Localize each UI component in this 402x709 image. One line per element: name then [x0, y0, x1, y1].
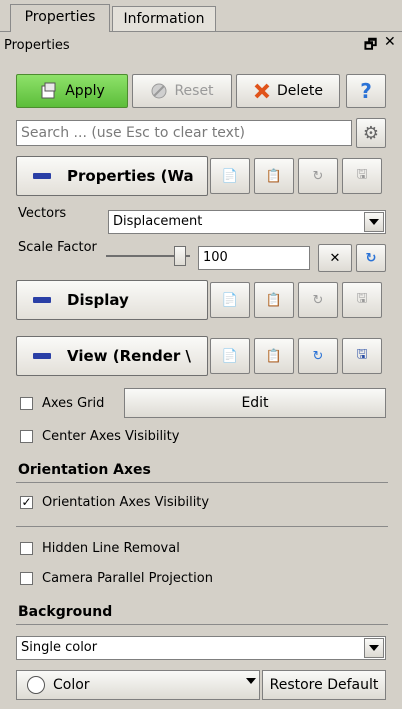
center-axes-checkbox[interactable] [20, 430, 33, 443]
display-section-toggle[interactable]: Display [16, 280, 208, 320]
copy-icon: 📄 [221, 292, 239, 308]
help-icon: ? [360, 79, 372, 103]
search-input[interactable]: Search ... (use Esc to clear text) [16, 120, 352, 146]
delete-button[interactable]: Delete [236, 74, 340, 108]
scale-factor-input[interactable]: 100 [198, 246, 310, 270]
hidden-line-removal-checkbox[interactable] [20, 542, 33, 555]
orientation-divider [16, 482, 388, 483]
orientation-axes-title: Orientation Axes [18, 462, 151, 478]
background-color-button[interactable]: Color [16, 670, 260, 700]
close-icon[interactable]: ✕ [384, 34, 396, 50]
chevron-down-icon [364, 212, 384, 232]
restore-properties-button[interactable]: ↻ [298, 158, 338, 194]
apply-icon [39, 81, 59, 101]
collapse-icon [33, 353, 51, 359]
background-mode-select[interactable]: Single color [16, 636, 386, 660]
camera-parallel-label: Camera Parallel Projection [42, 571, 213, 586]
axes-grid-checkbox[interactable] [20, 397, 33, 410]
paste-icon: 📋 [265, 292, 283, 308]
delete-label: Delete [277, 83, 323, 99]
background-title: Background [18, 604, 113, 620]
view-section-label: View (Render \ [67, 347, 192, 365]
scale-factor-clear-button[interactable]: ✕ [318, 244, 352, 272]
restore-icon: ↻ [312, 168, 324, 184]
vectors-value: Displacement [113, 214, 203, 229]
tab-information[interactable]: Information [112, 6, 216, 32]
copy-view-button[interactable]: 📄 [210, 338, 250, 374]
save-icon: 🖫 [356, 291, 368, 306]
collapse-icon [33, 173, 51, 179]
help-button[interactable]: ? [346, 74, 386, 108]
clear-icon: ✕ [329, 250, 341, 266]
copy-properties-button[interactable]: 📄 [210, 158, 250, 194]
tab-properties[interactable]: Properties [10, 4, 110, 32]
collapse-icon [33, 297, 51, 303]
reset-label: Reset [174, 83, 214, 99]
copy-icon: 📄 [221, 348, 239, 364]
float-icon[interactable]: 🗗 [364, 34, 377, 58]
properties-section-label: Properties (Wa [67, 167, 194, 185]
gear-icon: ⚙ [362, 122, 380, 144]
color-dropdown-icon[interactable] [246, 678, 256, 684]
delete-icon [253, 82, 271, 100]
restore-icon: ↻ [312, 292, 324, 308]
view-section-toggle[interactable]: View (Render \ [16, 336, 208, 376]
orientation-visibility-label: Orientation Axes Visibility [42, 495, 210, 510]
paste-properties-button[interactable]: 📋 [254, 158, 294, 194]
apply-button[interactable]: Apply [16, 74, 128, 108]
save-display-button[interactable]: 🖫 [342, 282, 382, 318]
paste-display-button[interactable]: 📋 [254, 282, 294, 318]
vectors-select[interactable]: Displacement [108, 210, 386, 234]
restore-default-label: Restore Default [269, 677, 379, 693]
vectors-label: Vectors [18, 206, 67, 221]
copy-display-button[interactable]: 📄 [210, 282, 250, 318]
chevron-down-icon [364, 638, 384, 658]
restore-display-button[interactable]: ↻ [298, 282, 338, 318]
save-view-button[interactable]: 🖫 [342, 338, 382, 374]
background-divider [16, 624, 388, 625]
orientation-visibility-checkbox[interactable]: ✓ [20, 496, 33, 509]
center-axes-label: Center Axes Visibility [42, 429, 180, 444]
orientation-bottom-divider [16, 526, 388, 527]
background-color-label: Color [53, 677, 90, 693]
color-swatch-icon [27, 676, 45, 694]
dock-title: Properties [4, 38, 70, 53]
settings-button[interactable]: ⚙ [356, 118, 386, 148]
save-icon: 🖫 [356, 347, 368, 362]
restore-default-button[interactable]: Restore Default [262, 670, 386, 700]
properties-section-toggle[interactable]: Properties (Wa [16, 156, 208, 196]
reset-icon [150, 82, 168, 100]
camera-parallel-checkbox[interactable] [20, 572, 33, 585]
save-properties-button[interactable]: 🖫 [342, 158, 382, 194]
scale-factor-label: Scale Factor [18, 240, 97, 255]
refresh-icon: ↻ [365, 250, 377, 266]
display-section-label: Display [67, 291, 129, 309]
paste-icon: 📋 [265, 348, 283, 364]
axes-grid-edit-button[interactable]: Edit [124, 388, 386, 418]
paste-icon: 📋 [265, 168, 283, 184]
reset-button[interactable]: Reset [132, 74, 232, 108]
apply-label: Apply [65, 83, 105, 99]
scale-factor-slider-handle[interactable] [174, 246, 187, 266]
save-icon: 🖫 [356, 167, 368, 182]
copy-icon: 📄 [221, 168, 239, 184]
restore-icon: ↻ [312, 348, 324, 364]
axes-grid-label: Axes Grid [42, 396, 105, 411]
scale-factor-reset-button[interactable]: ↻ [356, 244, 386, 272]
restore-view-button[interactable]: ↻ [298, 338, 338, 374]
background-mode-value: Single color [21, 640, 98, 655]
hidden-line-removal-label: Hidden Line Removal [42, 541, 180, 556]
paste-view-button[interactable]: 📋 [254, 338, 294, 374]
